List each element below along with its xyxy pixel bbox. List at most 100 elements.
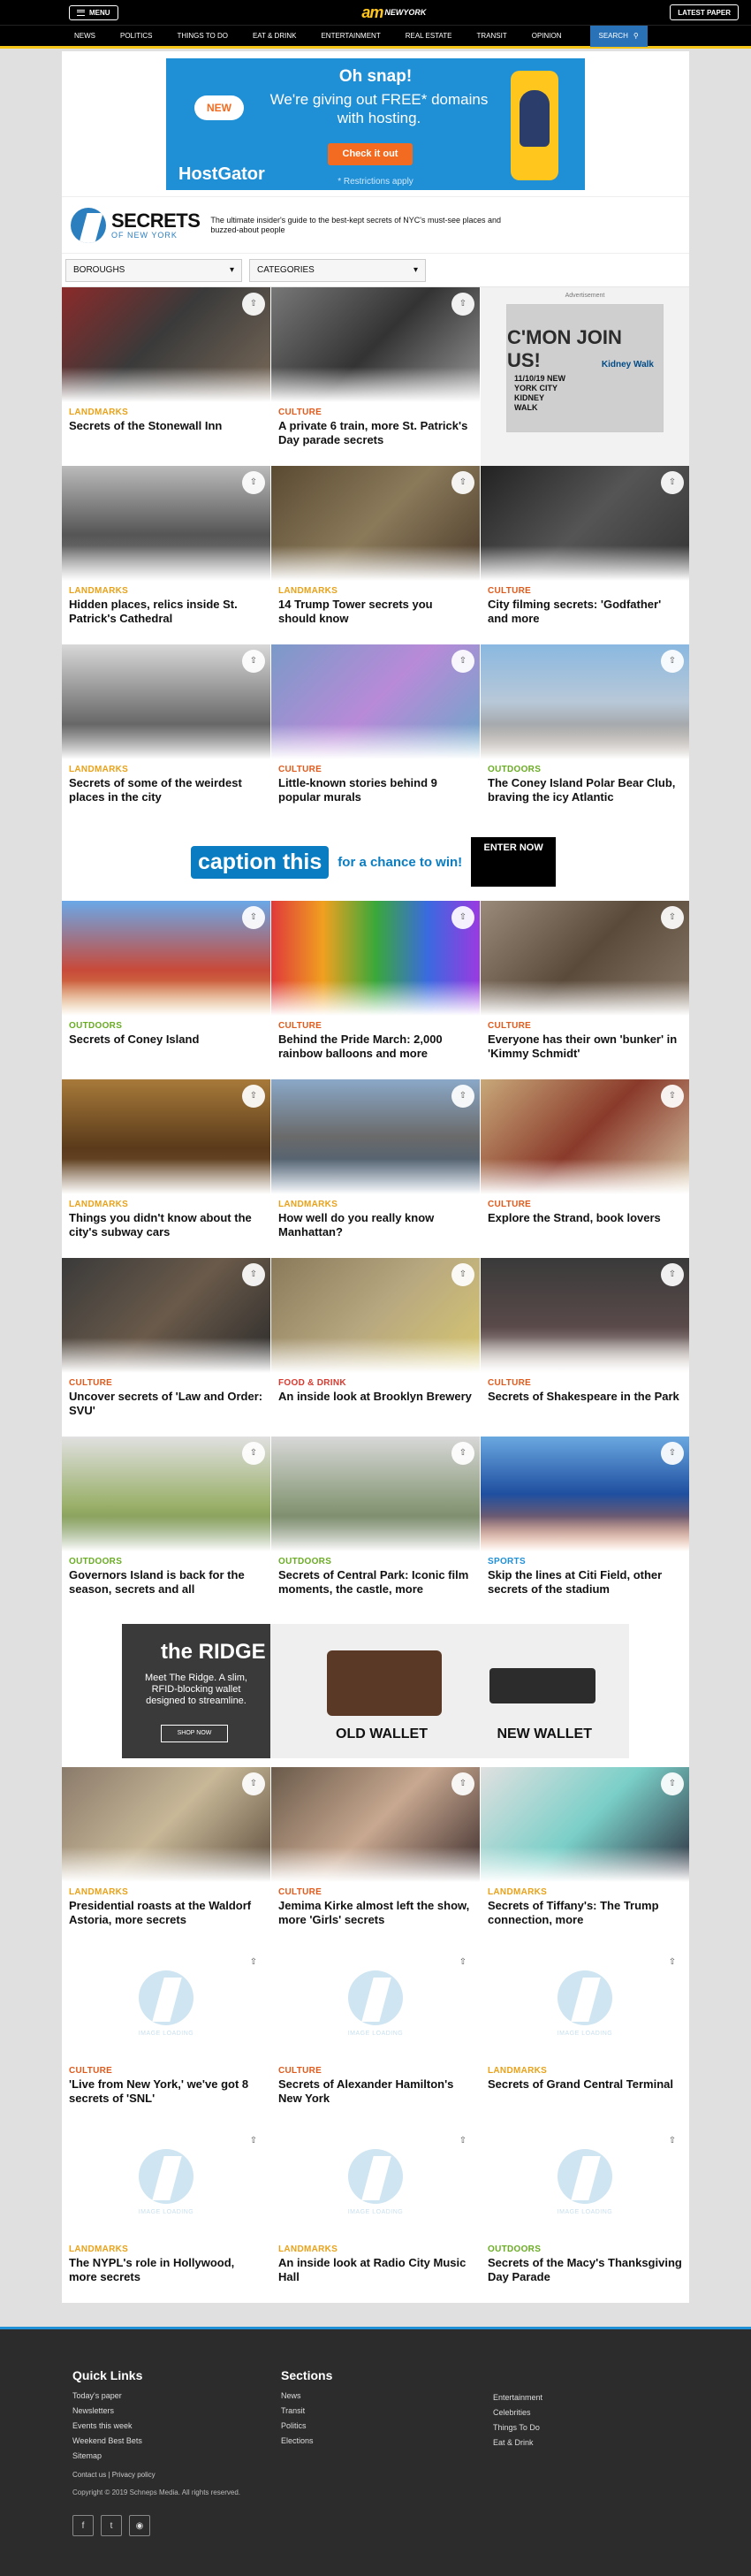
story-card[interactable]: ⇧ FOOD & DRINK An inside look at Brooklyn … bbox=[271, 1258, 480, 1437]
story-category[interactable]: CULTURE bbox=[488, 1200, 531, 1209]
story-card[interactable]: ⇧ CULTURE Little-known stories behind 9 po… bbox=[271, 644, 480, 823]
story-card[interactable]: ⇧ CULTURE Explore the Strand, book lovers bbox=[481, 1079, 689, 1258]
story-title[interactable]: Behind the Pride March: 2,000 rainbow ba… bbox=[278, 1033, 473, 1061]
story-card[interactable]: ⇧ CULTURE Jemima Kirke almost left the sho… bbox=[271, 1767, 480, 1946]
footer-link[interactable]: Politics bbox=[281, 2421, 332, 2430]
story-card[interactable]: ⇧ CULTURE Behind the Pride March: 2,000 ra… bbox=[271, 901, 480, 1079]
footer-link[interactable]: Eat & Drink bbox=[493, 2438, 542, 2447]
share-icon[interactable]: ⇧ bbox=[242, 906, 265, 929]
share-icon[interactable]: ⇧ bbox=[451, 650, 474, 673]
share-icon[interactable]: ⇧ bbox=[242, 293, 265, 316]
footer-link[interactable]: Weekend Best Bets bbox=[72, 2436, 142, 2445]
story-category[interactable]: CULTURE bbox=[69, 1378, 112, 1388]
latest-paper-button[interactable]: LATEST PAPER bbox=[670, 4, 739, 20]
story-title[interactable]: 14 Trump Tower secrets you should know bbox=[278, 598, 473, 626]
story-card[interactable]: ⇧ OUTDOORS Secrets of Central Park: Iconic… bbox=[271, 1437, 480, 1615]
share-icon[interactable]: ⇧ bbox=[451, 906, 474, 929]
share-icon[interactable]: ⇧ bbox=[242, 1442, 265, 1465]
story-image[interactable]: ⇧ bbox=[62, 901, 270, 1016]
story-image[interactable]: ⇧ bbox=[271, 644, 480, 759]
share-icon[interactable]: ⇧ bbox=[451, 1085, 474, 1108]
story-image[interactable]: ⇧ bbox=[62, 1437, 270, 1551]
kidney-walk-ad[interactable]: C'MON JOIN US! 11/10/19 NEW YORK CITY KID… bbox=[506, 304, 664, 432]
story-card[interactable]: ⇧ OUTDOORS Governors Island is back for th… bbox=[62, 1437, 270, 1615]
story-card[interactable]: ⇧ OUTDOORS Secrets of Coney Island bbox=[62, 901, 270, 1079]
footer-link[interactable]: Celebrities bbox=[493, 2408, 542, 2417]
story-title[interactable]: Little-known stories behind 9 popular mu… bbox=[278, 776, 473, 804]
ad-cta-button[interactable]: Check it out bbox=[328, 143, 413, 165]
share-icon[interactable]: ⇧ bbox=[451, 293, 474, 316]
story-title[interactable]: Secrets of the Stonewall Inn bbox=[69, 419, 263, 433]
story-category[interactable]: CULTURE bbox=[278, 408, 322, 417]
instagram-icon[interactable]: ◉ bbox=[129, 2515, 150, 2536]
story-title[interactable]: Explore the Strand, book lovers bbox=[488, 1211, 682, 1225]
story-category[interactable]: CULTURE bbox=[278, 765, 322, 774]
share-icon[interactable]: ⇧ bbox=[451, 1951, 474, 1974]
story-title[interactable]: Secrets of the Macy's Thanksgiving Day P… bbox=[488, 2256, 682, 2284]
story-title[interactable]: How well do you really know Manhattan? bbox=[278, 1211, 473, 1239]
story-title[interactable]: 'Live from New York,' we've got 8 secret… bbox=[69, 2077, 263, 2106]
story-category[interactable]: CULTURE bbox=[488, 1378, 531, 1388]
story-category[interactable]: LANDMARKS bbox=[69, 765, 128, 774]
story-image[interactable]: ⇧ bbox=[271, 901, 480, 1016]
nav-politics[interactable]: POLITICS bbox=[108, 32, 164, 40]
site-logo[interactable]: am NEWYORK bbox=[361, 4, 426, 22]
story-image[interactable]: ⇧ bbox=[271, 1767, 480, 1882]
story-category[interactable]: LANDMARKS bbox=[69, 408, 128, 417]
story-title[interactable]: Secrets of Grand Central Terminal bbox=[488, 2077, 682, 2092]
story-image[interactable]: ⇧ bbox=[62, 466, 270, 581]
footer-link[interactable]: Things To Do bbox=[493, 2423, 542, 2432]
search-button[interactable]: SEARCH ⚲ bbox=[589, 25, 648, 47]
story-title[interactable]: A private 6 train, more St. Patrick's Da… bbox=[278, 419, 473, 447]
story-card[interactable]: ⇧ LANDMARKS Secrets of some of the weirdes… bbox=[62, 644, 270, 823]
story-card[interactable]: ⇧ IMAGE LOADING LANDMARKS Secrets of Grand … bbox=[481, 1946, 689, 2124]
story-category[interactable]: OUTDOORS bbox=[69, 1021, 122, 1031]
story-image[interactable]: ⇧ bbox=[481, 1258, 689, 1373]
story-title[interactable]: Things you didn't know about the city's … bbox=[69, 1211, 263, 1239]
share-icon[interactable]: ⇧ bbox=[661, 1263, 684, 1286]
story-category[interactable]: LANDMARKS bbox=[488, 1887, 547, 1897]
story-card[interactable]: ⇧ LANDMARKS 14 Trump Tower secrets you sho… bbox=[271, 466, 480, 644]
share-icon[interactable]: ⇧ bbox=[242, 471, 265, 494]
story-category[interactable]: LANDMARKS bbox=[69, 1887, 128, 1897]
story-category[interactable]: SPORTS bbox=[488, 1557, 526, 1566]
share-icon[interactable]: ⇧ bbox=[242, 1085, 265, 1108]
story-category[interactable]: LANDMARKS bbox=[69, 1200, 128, 1209]
story-category[interactable]: OUTDOORS bbox=[488, 2244, 541, 2254]
story-category[interactable]: CULTURE bbox=[278, 1021, 322, 1031]
footer-link[interactable]: Events this week bbox=[72, 2421, 142, 2430]
story-image[interactable]: ⇧ bbox=[271, 1437, 480, 1551]
story-title[interactable]: Secrets of Tiffany's: The Trump connecti… bbox=[488, 1899, 682, 1927]
story-image[interactable]: ⇧ bbox=[481, 901, 689, 1016]
nav-real-estate[interactable]: REAL ESTATE bbox=[393, 32, 465, 40]
story-title[interactable]: Secrets of some of the weirdest places i… bbox=[69, 776, 263, 804]
share-icon[interactable]: ⇧ bbox=[661, 1442, 684, 1465]
story-category[interactable]: FOOD & DRINK bbox=[278, 1378, 346, 1388]
story-category[interactable]: CULTURE bbox=[488, 586, 531, 596]
story-title[interactable]: Secrets of Central Park: Iconic film mom… bbox=[278, 1568, 473, 1597]
story-title[interactable]: The NYPL's role in Hollywood, more secre… bbox=[69, 2256, 263, 2284]
story-card[interactable]: ⇧ LANDMARKS Secrets of the Stonewall Inn bbox=[62, 287, 270, 466]
boroughs-dropdown[interactable]: BOROUGHS ▾ bbox=[65, 258, 242, 282]
share-icon[interactable]: ⇧ bbox=[661, 1951, 684, 1974]
story-title[interactable]: The Coney Island Polar Bear Club, bravin… bbox=[488, 776, 682, 804]
story-title[interactable]: Secrets of Shakespeare in the Park bbox=[488, 1390, 682, 1404]
story-card[interactable]: ⇧ LANDMARKS Presidential roasts at the Wal… bbox=[62, 1767, 270, 1946]
share-icon[interactable]: ⇧ bbox=[661, 650, 684, 673]
story-image[interactable]: ⇧ bbox=[481, 1767, 689, 1882]
caption-ad-banner[interactable]: caption this for a chance to win! ENTER … bbox=[191, 837, 560, 887]
story-title[interactable]: Hidden places, relics inside St. Patrick… bbox=[69, 598, 263, 626]
story-card[interactable]: ⇧ IMAGE LOADING CULTURE 'Live from New York… bbox=[62, 1946, 270, 2124]
story-image[interactable]: ⇧ bbox=[62, 1767, 270, 1882]
story-card[interactable]: ⇧ IMAGE LOADING LANDMARKS The NYPL's role i… bbox=[62, 2124, 270, 2303]
story-card[interactable]: ⇧ LANDMARKS Things you didn't know about t… bbox=[62, 1079, 270, 1258]
story-image[interactable]: ⇧ bbox=[271, 1079, 480, 1194]
nav-things-to-do[interactable]: THINGS TO DO bbox=[164, 32, 240, 40]
story-category[interactable]: CULTURE bbox=[488, 1021, 531, 1031]
story-image[interactable]: ⇧ bbox=[62, 644, 270, 759]
story-title[interactable]: Uncover secrets of 'Law and Order: SVU' bbox=[69, 1390, 263, 1418]
story-card[interactable]: ⇧ SPORTS Skip the lines at Citi Field, oth… bbox=[481, 1437, 689, 1615]
story-title[interactable]: An inside look at Brooklyn Brewery bbox=[278, 1390, 473, 1404]
share-icon[interactable]: ⇧ bbox=[661, 1772, 684, 1795]
story-image[interactable]: ⇧ bbox=[62, 287, 270, 402]
